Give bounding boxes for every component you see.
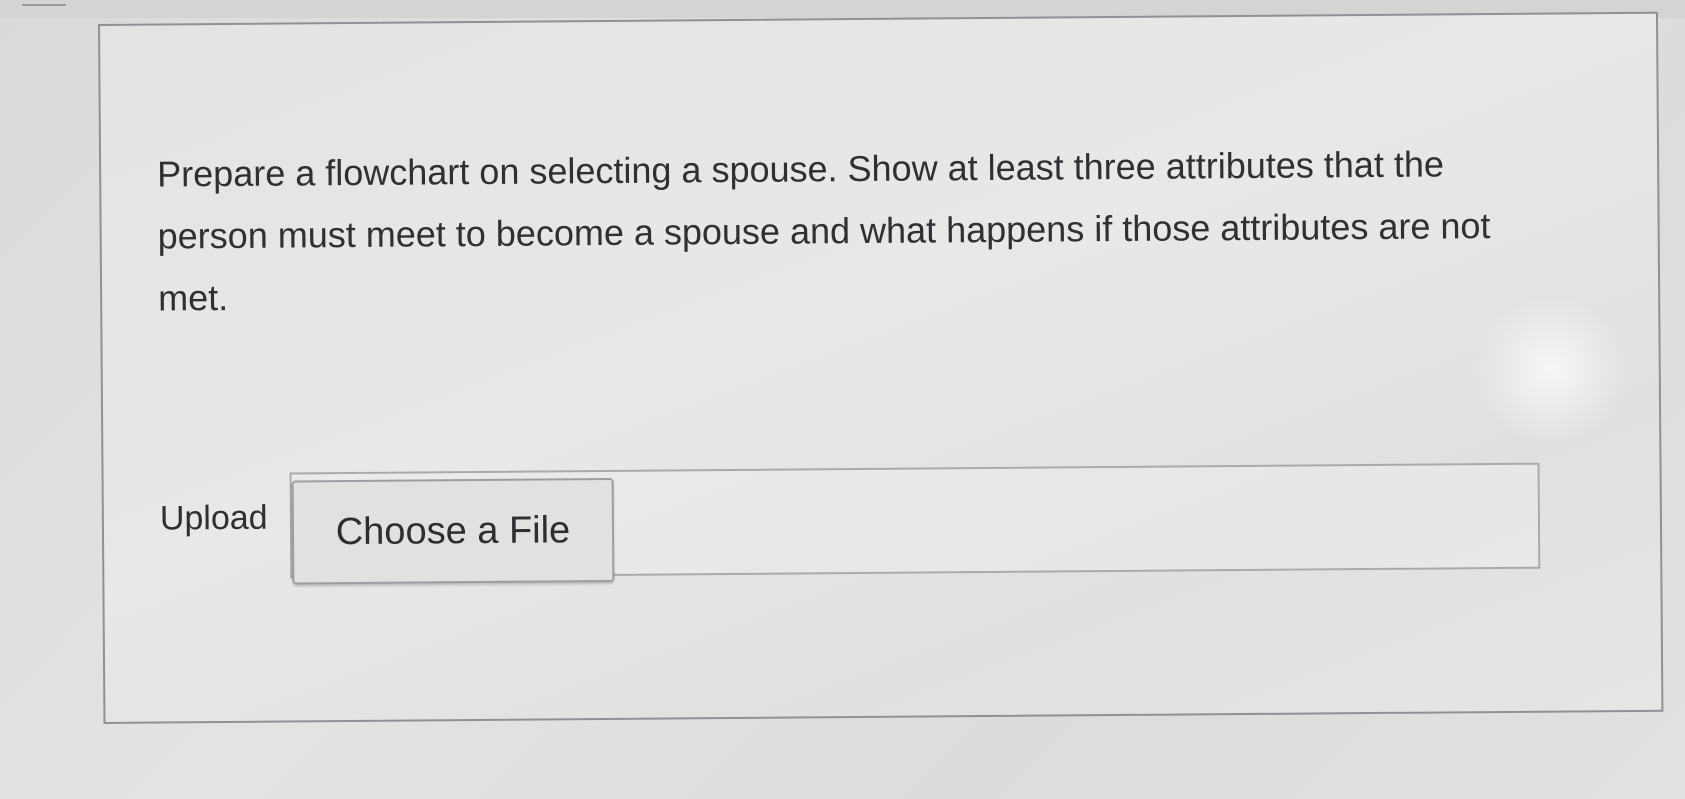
- upload-label: Upload: [159, 498, 268, 538]
- top-edge-element: [22, 0, 66, 6]
- file-upload-field[interactable]: Choose a File: [289, 462, 1541, 585]
- choose-file-button[interactable]: Choose a File: [291, 477, 615, 585]
- upload-row: Upload Choose a File: [159, 462, 1541, 585]
- question-card: Prepare a flowchart on selecting a spous…: [98, 11, 1664, 724]
- question-text: Prepare a flowchart on selecting a spous…: [157, 143, 1491, 319]
